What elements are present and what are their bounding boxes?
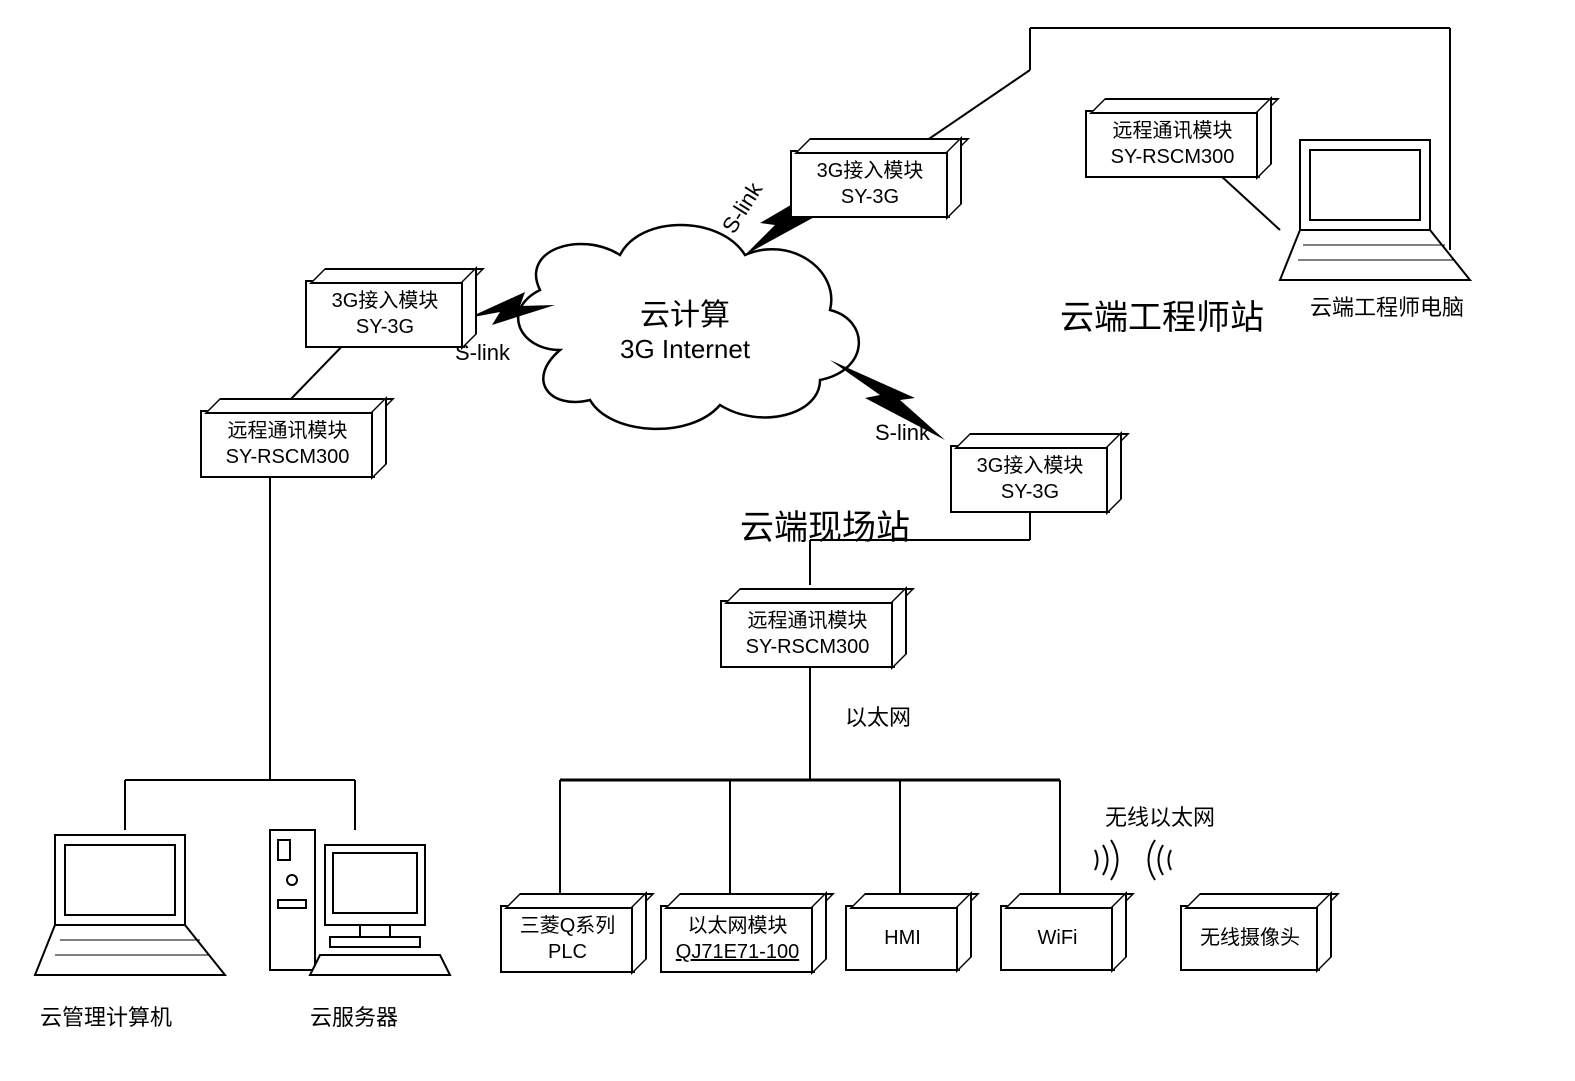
mgmt-pc-label: 云管理计算机 bbox=[40, 1000, 172, 1032]
module-3g-left-l2: SY-3G bbox=[317, 314, 453, 340]
module-3g-right-l2: SY-3G bbox=[962, 479, 1098, 505]
device-ethmod: 以太网模块 QJ71E71-100 bbox=[660, 905, 815, 973]
device-hmi: HMI bbox=[845, 905, 960, 971]
module-rscm-left-l2: SY-RSCM300 bbox=[212, 444, 363, 470]
device-ethmod-l1: 以太网模块 bbox=[672, 913, 803, 939]
device-hmi-l1: HMI bbox=[857, 925, 948, 951]
device-wifi-l1: WiFi bbox=[1012, 925, 1103, 951]
module-rscm-top-l1: 远程通讯模块 bbox=[1097, 118, 1248, 144]
module-3g-top-l2: SY-3G bbox=[802, 184, 938, 210]
module-rscm-left: 远程通讯模块 SY-RSCM300 bbox=[200, 410, 375, 478]
module-rscm-top-l2: SY-RSCM300 bbox=[1097, 144, 1248, 170]
cloud-line1: 云计算 bbox=[620, 290, 750, 334]
module-rscm-field-l2: SY-RSCM300 bbox=[732, 634, 883, 660]
module-3g-top: 3G接入模块 SY-3G bbox=[790, 150, 950, 218]
module-rscm-field-l1: 远程通讯模块 bbox=[732, 608, 883, 634]
section-field-label: 云端现场站 bbox=[740, 500, 910, 549]
engineer-pc-label: 云端工程师电脑 bbox=[1310, 290, 1464, 322]
laptop-icon bbox=[1280, 140, 1470, 280]
server-icon bbox=[270, 830, 450, 975]
wireless-eth-label: 无线以太网 bbox=[1105, 800, 1215, 832]
cloud-label: 云计算 3G Internet bbox=[620, 290, 750, 365]
slink-label-right: S-link bbox=[875, 420, 930, 446]
slink-label-top: S-link bbox=[717, 178, 768, 238]
module-3g-right: 3G接入模块 SY-3G bbox=[950, 445, 1110, 513]
module-3g-top-l1: 3G接入模块 bbox=[802, 158, 938, 184]
device-wifi: WiFi bbox=[1000, 905, 1115, 971]
device-plc-l1: 三菱Q系列 bbox=[512, 913, 623, 939]
diagram-canvas: { "cloud": { "line1": "云计算", "line2": "3… bbox=[0, 0, 1575, 1081]
device-camera: 无线摄像头 bbox=[1180, 905, 1320, 971]
device-ethmod-l2: QJ71E71-100 bbox=[672, 939, 803, 965]
cloud-line2: 3G Internet bbox=[620, 334, 750, 365]
module-3g-left-l1: 3G接入模块 bbox=[317, 288, 453, 314]
module-rscm-top: 远程通讯模块 SY-RSCM300 bbox=[1085, 110, 1260, 178]
server-label: 云服务器 bbox=[310, 1000, 398, 1032]
wifi-waves-icon bbox=[1095, 840, 1171, 880]
module-3g-right-l1: 3G接入模块 bbox=[962, 453, 1098, 479]
ethernet-label: 以太网 bbox=[845, 700, 911, 732]
lightning-left-icon bbox=[468, 292, 555, 325]
device-plc: 三菱Q系列 PLC bbox=[500, 905, 635, 973]
section-engineer-label: 云端工程师站 bbox=[1060, 290, 1264, 339]
laptop-icon bbox=[35, 835, 225, 975]
device-camera-l1: 无线摄像头 bbox=[1192, 925, 1308, 951]
module-rscm-left-l1: 远程通讯模块 bbox=[212, 418, 363, 444]
module-rscm-field: 远程通讯模块 SY-RSCM300 bbox=[720, 600, 895, 668]
device-plc-l2: PLC bbox=[512, 939, 623, 965]
module-3g-left: 3G接入模块 SY-3G bbox=[305, 280, 465, 348]
